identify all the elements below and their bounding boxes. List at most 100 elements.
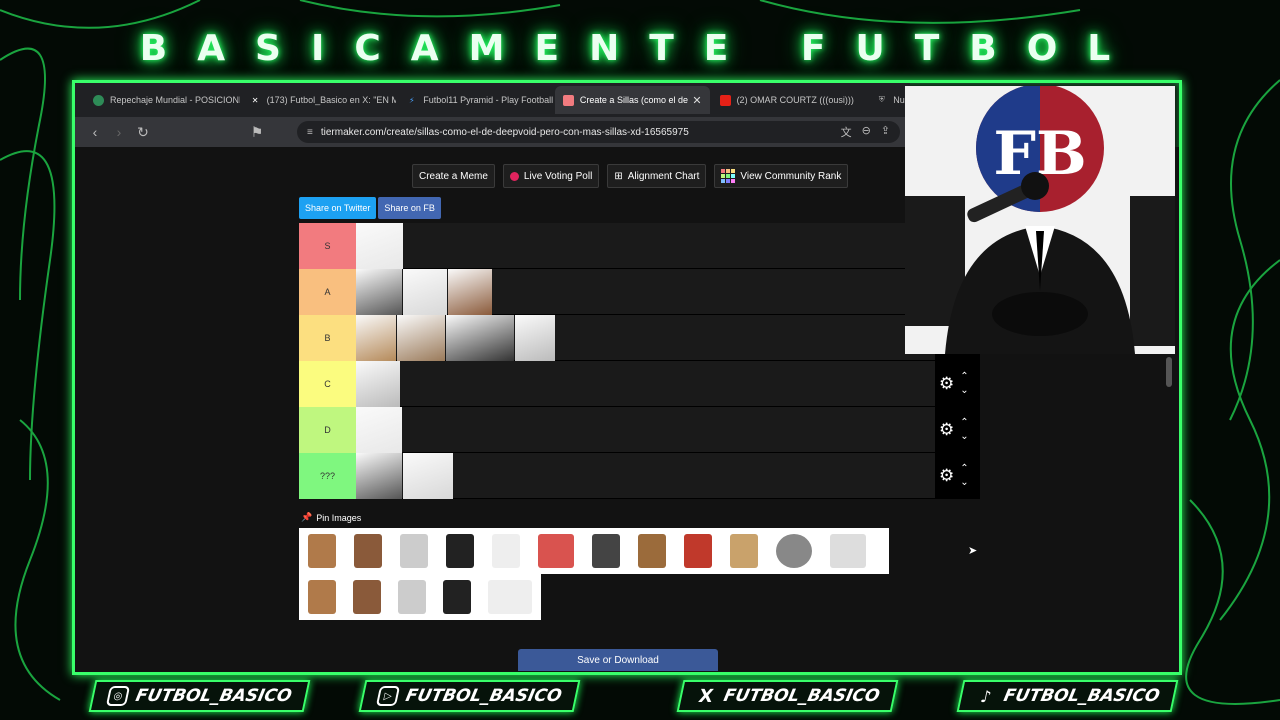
tier-item-plastic-chair[interactable] [356, 315, 396, 361]
chevron-up-icon[interactable]: ⌃ [960, 462, 968, 476]
tier-item-toilet-seat[interactable] [356, 223, 403, 269]
gear-icon[interactable]: ⚙ [939, 466, 954, 486]
share-twitter-button[interactable]: Share on Twitter [299, 197, 377, 219]
pool-item-rocking-chair[interactable] [721, 528, 767, 574]
browser-tab-x[interactable]: ✕ (173) Futbol_Basico en X: "EN M [242, 86, 397, 114]
tier-label[interactable]: D [299, 407, 356, 453]
tier-items [356, 315, 556, 361]
reload-icon[interactable]: ↻ [133, 122, 153, 142]
tier-controls: ⚙ ⌃ ⌄ [935, 361, 980, 407]
tier-label[interactable]: A [299, 269, 356, 315]
pool-item-picture [830, 534, 866, 568]
share-icon[interactable]: ⇪ [881, 124, 890, 140]
browser-tab-tiermaker[interactable]: Create a Sillas (como el de ✕ [554, 86, 710, 114]
pool-item-picture [488, 580, 533, 614]
instagram-link[interactable]: ◎ FUTBOL_BASICO [88, 680, 311, 712]
pin-icon: 📌 [301, 512, 313, 522]
pool-item-rock[interactable] [767, 528, 821, 574]
live-dot-icon [509, 171, 519, 181]
forward-arrow-icon[interactable]: › [109, 122, 129, 142]
live-voting-button[interactable]: Live Voting Poll [502, 164, 600, 188]
tier-item-figure-seat[interactable] [356, 453, 402, 499]
browser-tab-futbol11[interactable]: ⚡ Futbol11 Pyramid - Play Football [398, 86, 553, 114]
pin-images-label: Pin Images [316, 512, 362, 523]
browser-tab-new[interactable]: ⛨ Nue [868, 86, 908, 114]
tier-item-commode-chair[interactable] [356, 407, 402, 453]
pool-item-sofa[interactable] [480, 574, 541, 620]
close-tab-icon[interactable]: ✕ [692, 94, 701, 107]
url-field[interactable]: ≡ tiermaker.com/create/sillas-como-el-de… [297, 121, 900, 143]
tiermaker-icon [562, 94, 574, 106]
pool-item-high-chair[interactable] [629, 528, 675, 574]
tier-item-car-seat[interactable] [448, 269, 492, 315]
site-info-icon[interactable]: ≡ [307, 127, 313, 138]
pool-item-wood-chair[interactable] [345, 528, 391, 574]
pool-item-office-chair[interactable] [437, 528, 483, 574]
pool-item-folding-chair[interactable] [299, 574, 344, 620]
community-rank-button[interactable]: View Community Rank [714, 164, 849, 188]
tier-item-armchair[interactable] [397, 315, 445, 361]
create-meme-button[interactable]: Create a Meme [412, 164, 495, 188]
save-download-button[interactable]: Save or Download [518, 649, 718, 671]
gear-icon[interactable]: ⚙ [939, 420, 954, 440]
x-link[interactable]: X FUTBOL_BASICO [676, 680, 899, 712]
gear-icon[interactable]: ⚙ [939, 374, 954, 394]
share-facebook-button[interactable]: Share on FB [378, 197, 441, 219]
tier-label[interactable]: C [299, 361, 356, 407]
chevron-down-icon[interactable]: ⌄ [960, 384, 968, 398]
shield-icon: ⛨ [878, 95, 885, 104]
zoom-out-icon[interactable]: ⊖ [862, 124, 871, 140]
chevron-up-icon[interactable]: ⌃ [960, 416, 968, 430]
translate-icon[interactable]: 文 [841, 124, 852, 140]
tier-items [356, 453, 454, 499]
x-icon: X [696, 685, 716, 707]
pool-item-plastic-chair[interactable] [483, 528, 529, 574]
tier-label[interactable]: ??? [299, 453, 356, 499]
pool-item-picture [684, 534, 712, 568]
chevron-down-icon[interactable]: ⌄ [960, 476, 968, 490]
grid-icon: ⊞ [614, 170, 623, 182]
social-handle: FUTBOL_BASICO [133, 686, 294, 706]
bookmark-icon[interactable]: ⚑ [247, 122, 267, 142]
browser-tab-youtube[interactable]: (2) OMAR COURTZ (((ousi))) [712, 86, 867, 114]
tab-label: Futbol11 Pyramid - Play Football [423, 95, 553, 105]
page-scrollbar[interactable] [1165, 357, 1173, 667]
pool-item-picture [492, 534, 520, 568]
tier-row: A⚙ [299, 269, 980, 315]
url-text: tiermaker.com/create/sillas-como-el-de-d… [320, 126, 689, 138]
pool-item-white-chair[interactable] [435, 574, 480, 620]
pool-item-throne[interactable] [390, 574, 435, 620]
tier-item-bed-chair[interactable] [356, 269, 402, 315]
chevron-down-icon[interactable]: ⌄ [960, 430, 968, 444]
tier-item-mermaid-tail[interactable] [403, 453, 453, 499]
alignment-chart-button[interactable]: ⊞ Alignment Chart [607, 164, 707, 188]
chevron-up-icon[interactable]: ⌃ [960, 370, 968, 384]
scrollbar-thumb[interactable] [1166, 357, 1172, 387]
create-meme-label: Create a Meme [419, 170, 488, 182]
tier-items [356, 361, 401, 407]
pool-item-bar-stool[interactable] [299, 528, 345, 574]
pool-item-deck-chair[interactable] [529, 528, 583, 574]
tier-move-arrows: ⌃ ⌄ [960, 370, 968, 398]
social-handle: FUTBOL_BASICO [1001, 686, 1162, 706]
tier-label[interactable]: B [299, 315, 356, 361]
browser-tab-repechaje[interactable]: Repechaje Mundial - POSICIONES [85, 86, 240, 114]
pool-item-baby-chair[interactable] [821, 528, 875, 574]
pool-item-gaming-chair[interactable] [675, 528, 721, 574]
tier-item-bench[interactable] [446, 315, 514, 361]
pin-images-toggle[interactable]: 📌 Pin Images [301, 512, 361, 523]
pool-item-beach-chair[interactable] [344, 574, 389, 620]
tiktok-link[interactable]: ♪ FUTBOL_BASICO [956, 680, 1179, 712]
tier-item-waiting-chairs[interactable] [356, 361, 400, 407]
youtube-link[interactable]: ▷ FUTBOL_BASICO [358, 680, 581, 712]
tier-item-school-desk[interactable] [515, 315, 555, 361]
tier-toolbar: Create a Meme Live Voting Poll ⊞ Alignmen… [412, 164, 849, 188]
social-handle: FUTBOL_BASICO [403, 686, 564, 706]
tier-item-gaming-chair[interactable] [403, 269, 447, 315]
pool-item-small-chair[interactable] [391, 528, 437, 574]
pool-item-picture [592, 534, 620, 568]
mouse-cursor-icon: ➤ [968, 545, 978, 557]
pool-item-wheelchair[interactable] [583, 528, 629, 574]
tier-label[interactable]: S [299, 223, 356, 269]
back-arrow-icon[interactable]: ‹ [85, 122, 105, 142]
